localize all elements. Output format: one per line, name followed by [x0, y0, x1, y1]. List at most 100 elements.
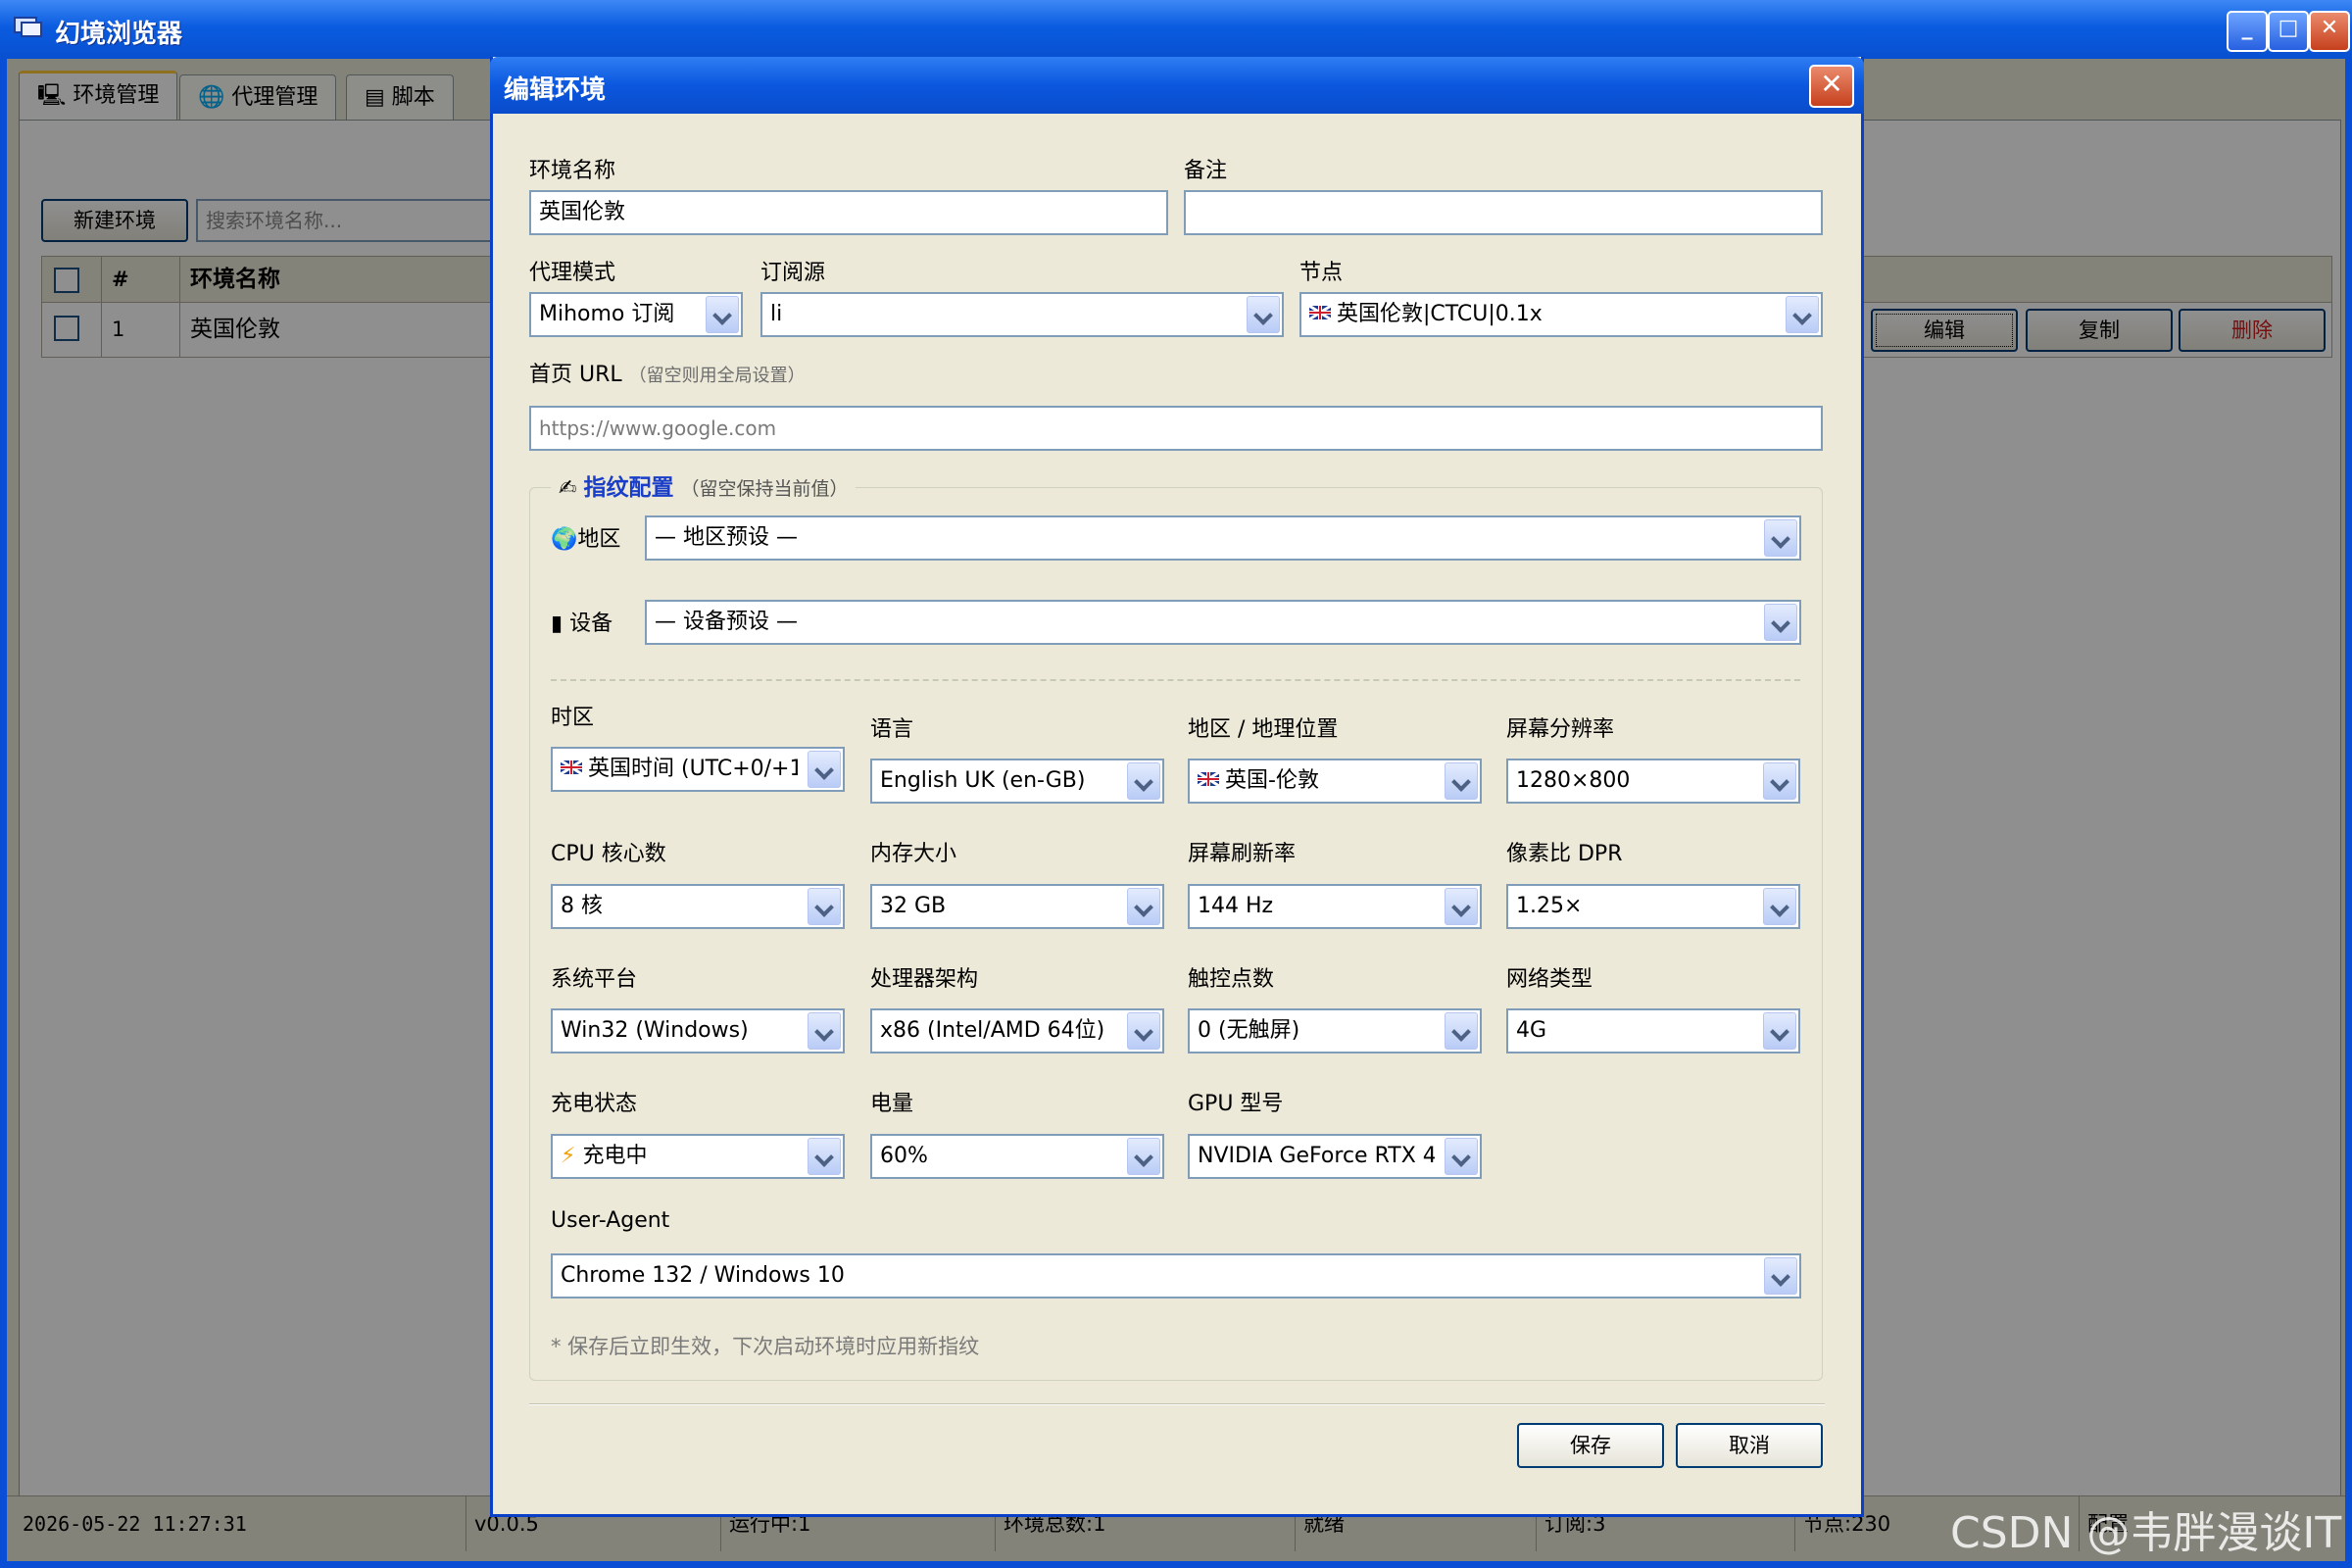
region-preset-select[interactable]: — 地区预设 —: [645, 515, 1801, 561]
chevron-down-icon[interactable]: [1127, 1012, 1160, 1050]
chevron-down-icon[interactable]: [1247, 296, 1280, 333]
chevron-down-icon[interactable]: [1127, 1138, 1160, 1175]
chevron-down-icon[interactable]: [808, 1138, 841, 1175]
main-titlebar[interactable]: 幻境浏览器 _ □ ✕: [0, 0, 2352, 59]
node-label: 节点: [1299, 261, 1344, 285]
gpu-label: GPU 型号: [1188, 1092, 1284, 1116]
chevron-down-icon[interactable]: [1445, 762, 1478, 800]
dpr-label: 像素比 DPR: [1506, 842, 1623, 866]
resolution-label: 屏幕分辨率: [1506, 717, 1615, 742]
language-select[interactable]: English UK (en-GB): [870, 759, 1164, 804]
phone-icon: ▮: [551, 612, 564, 636]
charging-text: 充电中: [582, 1144, 648, 1168]
refresh-rate-select[interactable]: 144 Hz: [1188, 884, 1482, 929]
chevron-down-icon[interactable]: [1445, 1012, 1478, 1050]
timezone-select[interactable]: 英国时间 (UTC+0/+1): [551, 747, 845, 792]
chevron-down-icon[interactable]: [1763, 762, 1796, 800]
chevron-down-icon[interactable]: [1764, 604, 1797, 641]
subscription-label: 订阅源: [760, 261, 826, 285]
battery-label: 电量: [870, 1092, 914, 1116]
cancel-button[interactable]: 取消: [1676, 1423, 1823, 1468]
uk-flag-icon: [1198, 772, 1219, 786]
fingerprint-legend: ✍ 指纹配置 （留空保持当前值）: [551, 470, 857, 506]
timezone-value: 英国时间 (UTC+0/+1): [561, 749, 798, 790]
timezone-text: 英国时间 (UTC+0/+1): [588, 757, 798, 781]
charging-select[interactable]: ⚡ 充电中: [551, 1134, 845, 1179]
charging-value: ⚡ 充电中: [561, 1136, 798, 1177]
battery-select[interactable]: 60%: [870, 1134, 1164, 1179]
region-preset-label-text: 地区: [577, 527, 621, 552]
chevron-down-icon[interactable]: [1786, 296, 1819, 333]
network-label: 网络类型: [1506, 967, 1593, 992]
chevron-down-icon[interactable]: [706, 296, 739, 333]
geolocation-label: 地区 / 地理位置: [1188, 717, 1339, 742]
chevron-down-icon[interactable]: [1445, 1138, 1478, 1175]
arch-select[interactable]: x86 (Intel/AMD 64位): [870, 1008, 1164, 1054]
homepage-url-input[interactable]: https://www.google.com: [529, 406, 1823, 451]
device-preset-label: ▮ 设备: [551, 606, 612, 637]
device-preset-value: — 设备预设 —: [655, 610, 798, 634]
lightning-icon: ⚡: [561, 1144, 576, 1168]
save-button[interactable]: 保存: [1517, 1423, 1664, 1468]
chevron-down-icon[interactable]: [808, 751, 841, 788]
uk-flag-icon: [1309, 306, 1331, 319]
dialog-close-button[interactable]: ✕: [1809, 65, 1854, 108]
arch-label: 处理器架构: [870, 967, 979, 992]
arch-value: x86 (Intel/AMD 64位): [880, 1018, 1105, 1043]
proxy-mode-select[interactable]: Mihomo 订阅: [529, 292, 743, 337]
homepage-label-text: 首页 URL: [529, 363, 622, 387]
chevron-down-icon[interactable]: [808, 888, 841, 925]
env-name-label: 环境名称: [529, 159, 616, 183]
chevron-down-icon[interactable]: [808, 1012, 841, 1050]
charging-label: 充电状态: [551, 1092, 638, 1116]
dialog-divider: [529, 1403, 1825, 1405]
device-preset-select[interactable]: — 设备预设 —: [645, 600, 1801, 645]
memory-label: 内存大小: [870, 842, 957, 866]
platform-select[interactable]: Win32 (Windows): [551, 1008, 845, 1054]
platform-value: Win32 (Windows): [561, 1018, 749, 1043]
app-icon: [14, 17, 42, 37]
fingerprint-title: 指纹配置: [583, 475, 674, 501]
memory-select[interactable]: 32 GB: [870, 884, 1164, 929]
resolution-select[interactable]: 1280×800: [1506, 759, 1800, 804]
cpu-select[interactable]: 8 核: [551, 884, 845, 929]
dialog-titlebar[interactable]: 编辑环境 ✕: [490, 57, 1864, 114]
geolocation-value: 英国-伦敦: [1198, 760, 1435, 802]
network-select[interactable]: 4G: [1506, 1008, 1800, 1054]
env-name-input[interactable]: 英国伦敦: [529, 190, 1168, 235]
gpu-value: NVIDIA GeForce RTX 40: [1198, 1144, 1435, 1168]
resolution-value: 1280×800: [1516, 768, 1631, 793]
window-close-button[interactable]: ✕: [2309, 11, 2350, 52]
homepage-hint: （留空则用全局设置）: [628, 366, 806, 386]
dpr-select[interactable]: 1.25×: [1506, 884, 1800, 929]
chevron-down-icon[interactable]: [1764, 1257, 1797, 1295]
dpr-value: 1.25×: [1516, 894, 1583, 918]
subscription-select[interactable]: li: [760, 292, 1284, 337]
minimize-button[interactable]: _: [2227, 11, 2268, 52]
node-select[interactable]: 英国伦敦|CTCU|0.1x: [1299, 292, 1823, 337]
user-agent-label: User-Agent: [551, 1208, 670, 1233]
battery-value: 60%: [880, 1144, 928, 1168]
chevron-down-icon[interactable]: [1764, 519, 1797, 557]
remark-input[interactable]: [1184, 190, 1823, 235]
touch-points-select[interactable]: 0 (无触屏): [1188, 1008, 1482, 1054]
subscription-value: li: [770, 302, 783, 326]
gpu-select[interactable]: NVIDIA GeForce RTX 40: [1188, 1134, 1482, 1179]
chevron-down-icon[interactable]: [1127, 888, 1160, 925]
region-preset-label: 🌍地区: [551, 521, 620, 553]
cpu-value: 8 核: [561, 894, 603, 918]
geolocation-select[interactable]: 英国-伦敦: [1188, 759, 1482, 804]
cpu-label: CPU 核心数: [551, 842, 666, 866]
uk-flag-icon: [561, 760, 582, 774]
chevron-down-icon[interactable]: [1445, 888, 1478, 925]
chevron-down-icon[interactable]: [1763, 888, 1796, 925]
region-preset-value: — 地区预设 —: [655, 525, 798, 550]
maximize-button[interactable]: □: [2268, 11, 2309, 52]
chevron-down-icon[interactable]: [1127, 762, 1160, 800]
watermark: CSDN @韦胖漫谈IT: [1950, 1508, 2342, 1558]
platform-label: 系统平台: [551, 967, 638, 992]
proxy-mode-label: 代理模式: [529, 261, 616, 285]
user-agent-select[interactable]: Chrome 132 / Windows 10: [551, 1253, 1801, 1298]
chevron-down-icon[interactable]: [1763, 1012, 1796, 1050]
language-label: 语言: [870, 717, 914, 742]
